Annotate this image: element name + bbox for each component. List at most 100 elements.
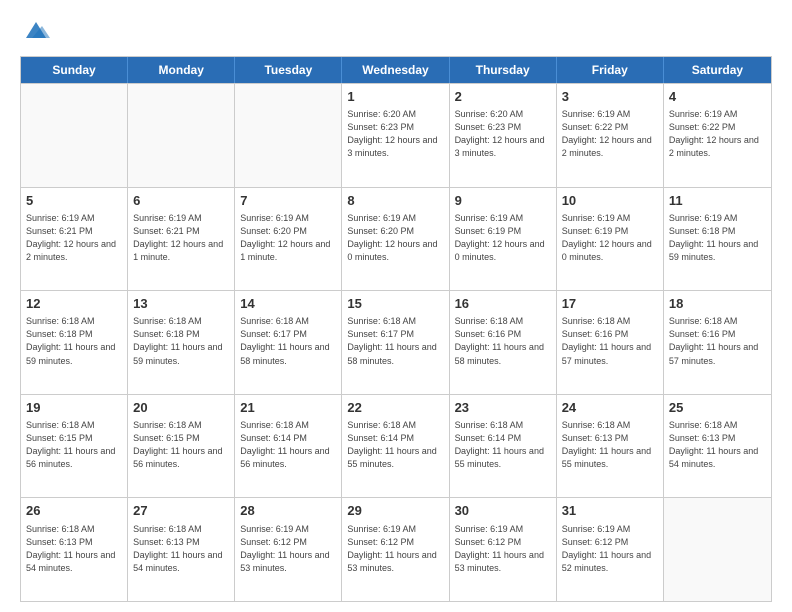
cal-day-21: 21Sunrise: 6:18 AM Sunset: 6:14 PM Dayli… — [235, 395, 342, 498]
day-number: 25 — [669, 399, 766, 417]
cal-day-15: 15Sunrise: 6:18 AM Sunset: 6:17 PM Dayli… — [342, 291, 449, 394]
day-number: 22 — [347, 399, 443, 417]
cal-day-16: 16 Sunrise: 6:18 AM Sunset: 6:16 PM Dayli… — [450, 291, 557, 394]
cal-week-4: 19 Sunrise: 6:18 AM Sunset: 6:15 PM Dayli… — [21, 394, 771, 498]
cal-day-2: 2Sunrise: 6:20 AM Sunset: 6:23 PM Daylig… — [450, 84, 557, 187]
cal-day-22: 22Sunrise: 6:18 AM Sunset: 6:14 PM Dayli… — [342, 395, 449, 498]
cal-day-29: 29 Sunrise: 6:19 AM Sunset: 6:12 PM Dayli… — [342, 498, 449, 601]
cal-day-6: 6 Sunrise: 6:19 AM Sunset: 6:21 PM Daylig… — [128, 188, 235, 291]
day-number: 30 — [455, 502, 551, 520]
day-info: Sunrise: 6:19 AM Sunset: 6:12 PM Dayligh… — [347, 523, 443, 575]
cal-day-31: 31 Sunrise: 6:19 AM Sunset: 6:12 PM Dayli… — [557, 498, 664, 601]
cal-day-8: 8Sunrise: 6:19 AM Sunset: 6:20 PM Daylig… — [342, 188, 449, 291]
cal-day-empty — [128, 84, 235, 187]
day-number: 20 — [133, 399, 229, 417]
cal-header-sunday: Sunday — [21, 57, 128, 83]
day-info: Sunrise: 6:18 AM Sunset: 6:15 PM Dayligh… — [133, 419, 229, 471]
day-info: Sunrise: 6:18 AM Sunset: 6:13 PM Dayligh… — [562, 419, 658, 471]
day-number: 10 — [562, 192, 658, 210]
day-number: 19 — [26, 399, 122, 417]
day-number: 4 — [669, 88, 766, 106]
cal-day-11: 11 Sunrise: 6:19 AM Sunset: 6:18 PM Dayli… — [664, 188, 771, 291]
day-number: 15 — [347, 295, 443, 313]
cal-header-saturday: Saturday — [664, 57, 771, 83]
cal-day-14: 14 Sunrise: 6:18 AM Sunset: 6:17 PM Dayli… — [235, 291, 342, 394]
day-info: Sunrise: 6:19 AM Sunset: 6:21 PM Dayligh… — [26, 212, 122, 264]
day-number: 12 — [26, 295, 122, 313]
day-info: Sunrise: 6:19 AM Sunset: 6:12 PM Dayligh… — [240, 523, 336, 575]
day-number: 17 — [562, 295, 658, 313]
cal-day-25: 25Sunrise: 6:18 AM Sunset: 6:13 PM Dayli… — [664, 395, 771, 498]
day-number: 5 — [26, 192, 122, 210]
day-number: 18 — [669, 295, 766, 313]
day-info: Sunrise: 6:19 AM Sunset: 6:12 PM Dayligh… — [562, 523, 658, 575]
cal-header-wednesday: Wednesday — [342, 57, 449, 83]
cal-day-4: 4 Sunrise: 6:19 AM Sunset: 6:22 PM Daylig… — [664, 84, 771, 187]
cal-day-12: 12 Sunrise: 6:18 AM Sunset: 6:18 PM Dayli… — [21, 291, 128, 394]
day-info: Sunrise: 6:19 AM Sunset: 6:19 PM Dayligh… — [455, 212, 551, 264]
day-number: 9 — [455, 192, 551, 210]
day-number: 23 — [455, 399, 551, 417]
day-number: 28 — [240, 502, 336, 520]
day-info: Sunrise: 6:18 AM Sunset: 6:16 PM Dayligh… — [669, 315, 766, 367]
day-info: Sunrise: 6:19 AM Sunset: 6:21 PM Dayligh… — [133, 212, 229, 264]
page: SundayMondayTuesdayWednesdayThursdayFrid… — [0, 0, 792, 612]
day-number: 1 — [347, 88, 443, 106]
day-number: 16 — [455, 295, 551, 313]
cal-day-20: 20 Sunrise: 6:18 AM Sunset: 6:15 PM Dayli… — [128, 395, 235, 498]
day-info: Sunrise: 6:19 AM Sunset: 6:19 PM Dayligh… — [562, 212, 658, 264]
cal-day-10: 10 Sunrise: 6:19 AM Sunset: 6:19 PM Dayli… — [557, 188, 664, 291]
cal-day-17: 17 Sunrise: 6:18 AM Sunset: 6:16 PM Dayli… — [557, 291, 664, 394]
cal-day-empty — [21, 84, 128, 187]
day-number: 29 — [347, 502, 443, 520]
day-info: Sunrise: 6:18 AM Sunset: 6:16 PM Dayligh… — [562, 315, 658, 367]
header — [20, 16, 772, 46]
cal-day-1: 1 Sunrise: 6:20 AM Sunset: 6:23 PM Daylig… — [342, 84, 449, 187]
day-info: Sunrise: 6:19 AM Sunset: 6:18 PM Dayligh… — [669, 212, 766, 264]
day-number: 11 — [669, 192, 766, 210]
day-number: 13 — [133, 295, 229, 313]
day-number: 21 — [240, 399, 336, 417]
cal-day-empty — [664, 498, 771, 601]
day-info: Sunrise: 6:18 AM Sunset: 6:18 PM Dayligh… — [26, 315, 122, 367]
calendar-body: 1 Sunrise: 6:20 AM Sunset: 6:23 PM Daylig… — [21, 83, 771, 601]
day-info: Sunrise: 6:18 AM Sunset: 6:13 PM Dayligh… — [26, 523, 122, 575]
cal-day-3: 3Sunrise: 6:19 AM Sunset: 6:22 PM Daylig… — [557, 84, 664, 187]
logo — [20, 16, 50, 46]
cal-day-27: 27Sunrise: 6:18 AM Sunset: 6:13 PM Dayli… — [128, 498, 235, 601]
cal-day-24: 24 Sunrise: 6:18 AM Sunset: 6:13 PM Dayli… — [557, 395, 664, 498]
day-info: Sunrise: 6:20 AM Sunset: 6:23 PM Dayligh… — [347, 108, 443, 160]
cal-day-9: 9 Sunrise: 6:19 AM Sunset: 6:19 PM Daylig… — [450, 188, 557, 291]
day-info: Sunrise: 6:19 AM Sunset: 6:22 PM Dayligh… — [562, 108, 658, 160]
day-info: Sunrise: 6:19 AM Sunset: 6:20 PM Dayligh… — [240, 212, 336, 264]
cal-day-7: 7 Sunrise: 6:19 AM Sunset: 6:20 PM Daylig… — [235, 188, 342, 291]
cal-day-28: 28 Sunrise: 6:19 AM Sunset: 6:12 PM Dayli… — [235, 498, 342, 601]
cal-header-tuesday: Tuesday — [235, 57, 342, 83]
day-info: Sunrise: 6:19 AM Sunset: 6:12 PM Dayligh… — [455, 523, 551, 575]
cal-day-5: 5 Sunrise: 6:19 AM Sunset: 6:21 PM Daylig… — [21, 188, 128, 291]
cal-header-friday: Friday — [557, 57, 664, 83]
day-info: Sunrise: 6:20 AM Sunset: 6:23 PM Dayligh… — [455, 108, 551, 160]
cal-day-23: 23 Sunrise: 6:18 AM Sunset: 6:14 PM Dayli… — [450, 395, 557, 498]
day-number: 14 — [240, 295, 336, 313]
calendar-header-row: SundayMondayTuesdayWednesdayThursdayFrid… — [21, 57, 771, 83]
cal-week-2: 5 Sunrise: 6:19 AM Sunset: 6:21 PM Daylig… — [21, 187, 771, 291]
day-info: Sunrise: 6:18 AM Sunset: 6:14 PM Dayligh… — [455, 419, 551, 471]
cal-week-1: 1 Sunrise: 6:20 AM Sunset: 6:23 PM Daylig… — [21, 83, 771, 187]
cal-day-13: 13 Sunrise: 6:18 AM Sunset: 6:18 PM Dayli… — [128, 291, 235, 394]
day-info: Sunrise: 6:18 AM Sunset: 6:16 PM Dayligh… — [455, 315, 551, 367]
day-number: 7 — [240, 192, 336, 210]
day-info: Sunrise: 6:18 AM Sunset: 6:18 PM Dayligh… — [133, 315, 229, 367]
day-info: Sunrise: 6:18 AM Sunset: 6:15 PM Dayligh… — [26, 419, 122, 471]
cal-day-18: 18 Sunrise: 6:18 AM Sunset: 6:16 PM Dayli… — [664, 291, 771, 394]
cal-week-5: 26 Sunrise: 6:18 AM Sunset: 6:13 PM Dayli… — [21, 497, 771, 601]
day-number: 31 — [562, 502, 658, 520]
day-number: 8 — [347, 192, 443, 210]
day-info: Sunrise: 6:19 AM Sunset: 6:22 PM Dayligh… — [669, 108, 766, 160]
day-number: 24 — [562, 399, 658, 417]
cal-day-26: 26 Sunrise: 6:18 AM Sunset: 6:13 PM Dayli… — [21, 498, 128, 601]
day-info: Sunrise: 6:18 AM Sunset: 6:17 PM Dayligh… — [240, 315, 336, 367]
cal-header-monday: Monday — [128, 57, 235, 83]
day-number: 6 — [133, 192, 229, 210]
day-number: 26 — [26, 502, 122, 520]
